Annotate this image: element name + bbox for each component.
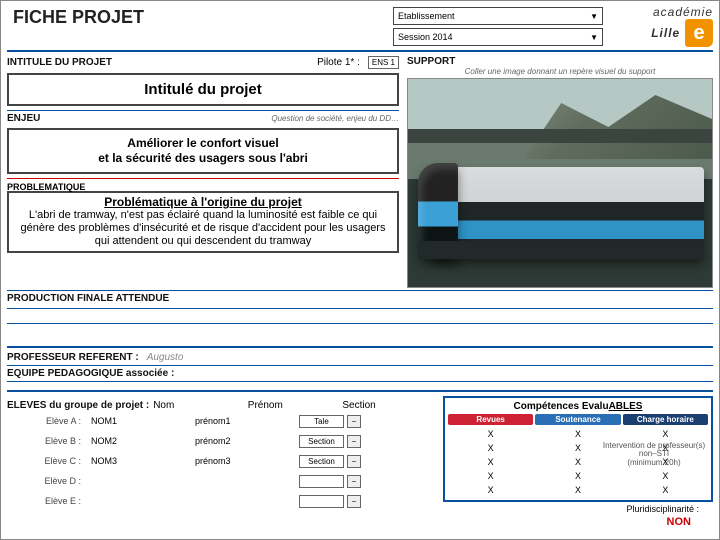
eleve-row: Elève C : NOM3 prénom3 Section− (7, 451, 437, 471)
eleves-label: ELEVES du groupe de projet : (7, 400, 153, 411)
eleve-row: Elève E : − (7, 491, 437, 511)
col-revues: Revues (448, 414, 533, 425)
pluridisciplinarite-label: Pluridisciplinarité : (443, 504, 713, 514)
production-label: PRODUCTION FINALE ATTENDUE (7, 293, 713, 304)
problematique-label: PROBLEMATIQUE (7, 182, 85, 192)
side-note: Intervention de professeur(s) non–STI (m… (599, 442, 709, 468)
pilote-label: Pilote 1* : (317, 57, 360, 68)
revue-x: X (448, 429, 533, 439)
charge-x: X (623, 471, 708, 481)
eleve-row: Elève A : NOM1 prénom1 Tale− (7, 411, 437, 431)
intitule-label: INTITULE DU PROJET (7, 57, 112, 68)
revue-x: X (448, 457, 533, 467)
support-image (407, 78, 713, 288)
eleve-section-select[interactable] (299, 495, 344, 508)
session-dropdown[interactable]: Session 2014 ▼ (393, 28, 603, 46)
enjeu-hint: Question de société, enjeu du DD… (271, 114, 399, 123)
revue-x: X (448, 443, 533, 453)
col-charge: Charge horaire (623, 414, 708, 425)
eleve-prenom[interactable]: prénom1 (195, 416, 295, 426)
chevron-down-icon: ▼ (590, 33, 598, 42)
col-prenom: Prénom (248, 400, 343, 411)
eleve-row: Elève D : − (7, 471, 437, 491)
eleve-row: Elève B : NOM2 prénom2 Section− (7, 431, 437, 451)
revue-x: X (448, 485, 533, 495)
etablissement-value: Etablissement (398, 11, 455, 21)
eleve-section-select[interactable]: Tale (299, 415, 344, 428)
intitule-box: Intitulé du projet (7, 73, 399, 106)
eleve-prenom[interactable]: prénom2 (195, 436, 295, 446)
page-title: FICHE PROJET (7, 7, 387, 28)
revue-x: X (448, 471, 533, 481)
eleve-label: Elève A : (7, 416, 87, 426)
chevron-down-icon: ▼ (590, 12, 598, 21)
charge-x: X (623, 485, 708, 495)
eleve-remove-button[interactable]: − (347, 415, 361, 428)
eleve-section-select[interactable]: Section (299, 435, 344, 448)
prof-referent-value: Augusto (147, 352, 184, 363)
problematique-box: Problématique à l'origine du projet L'ab… (7, 191, 399, 253)
enjeu-label: ENJEU (7, 113, 40, 124)
eleve-nom[interactable]: NOM1 (91, 416, 191, 426)
eleve-remove-button[interactable]: − (347, 495, 361, 508)
charge-x: X (623, 429, 708, 439)
support-hint: Coller une image donnant un repère visue… (407, 67, 713, 76)
col-section: Section (342, 400, 437, 411)
academie-logo: académie Lille e (615, 5, 713, 47)
equipe-label: EQUIPE PEDAGOGIQUE associée : (7, 368, 713, 379)
session-value: Session 2014 (398, 32, 453, 42)
competence-row: XXX (448, 427, 708, 441)
eleve-label: Elève D : (7, 476, 87, 486)
eleve-label: Elève C : (7, 456, 87, 466)
eleve-nom[interactable]: NOM3 (91, 456, 191, 466)
production-field[interactable] (7, 308, 713, 324)
eleve-prenom[interactable]: prénom3 (195, 456, 295, 466)
support-label: SUPPORT (407, 56, 455, 67)
eleve-remove-button[interactable]: − (347, 435, 361, 448)
eleve-remove-button[interactable]: − (347, 475, 361, 488)
col-soutenance: Soutenance (535, 414, 620, 425)
eleve-label: Elève B : (7, 436, 87, 446)
eleve-section-select[interactable]: Section (299, 455, 344, 468)
eleve-label: Elève E : (7, 496, 87, 506)
soutenance-x: X (535, 429, 620, 439)
eleve-remove-button[interactable]: − (347, 455, 361, 468)
enjeu-box: Améliorer le confort visuel et la sécuri… (7, 128, 399, 174)
prof-referent-label: PROFESSEUR REFERENT : (7, 352, 139, 363)
competence-row: XXX (448, 469, 708, 483)
soutenance-x: X (535, 485, 620, 495)
eleve-section-select[interactable] (299, 475, 344, 488)
eleve-nom[interactable]: NOM2 (91, 436, 191, 446)
competence-row: XXX (448, 483, 708, 497)
non-value: NON (443, 516, 713, 528)
col-nom: Nom (153, 400, 248, 411)
pilote-select[interactable]: ENS 1 (368, 56, 399, 69)
etablissement-dropdown[interactable]: Etablissement ▼ (393, 7, 603, 25)
soutenance-x: X (535, 471, 620, 481)
